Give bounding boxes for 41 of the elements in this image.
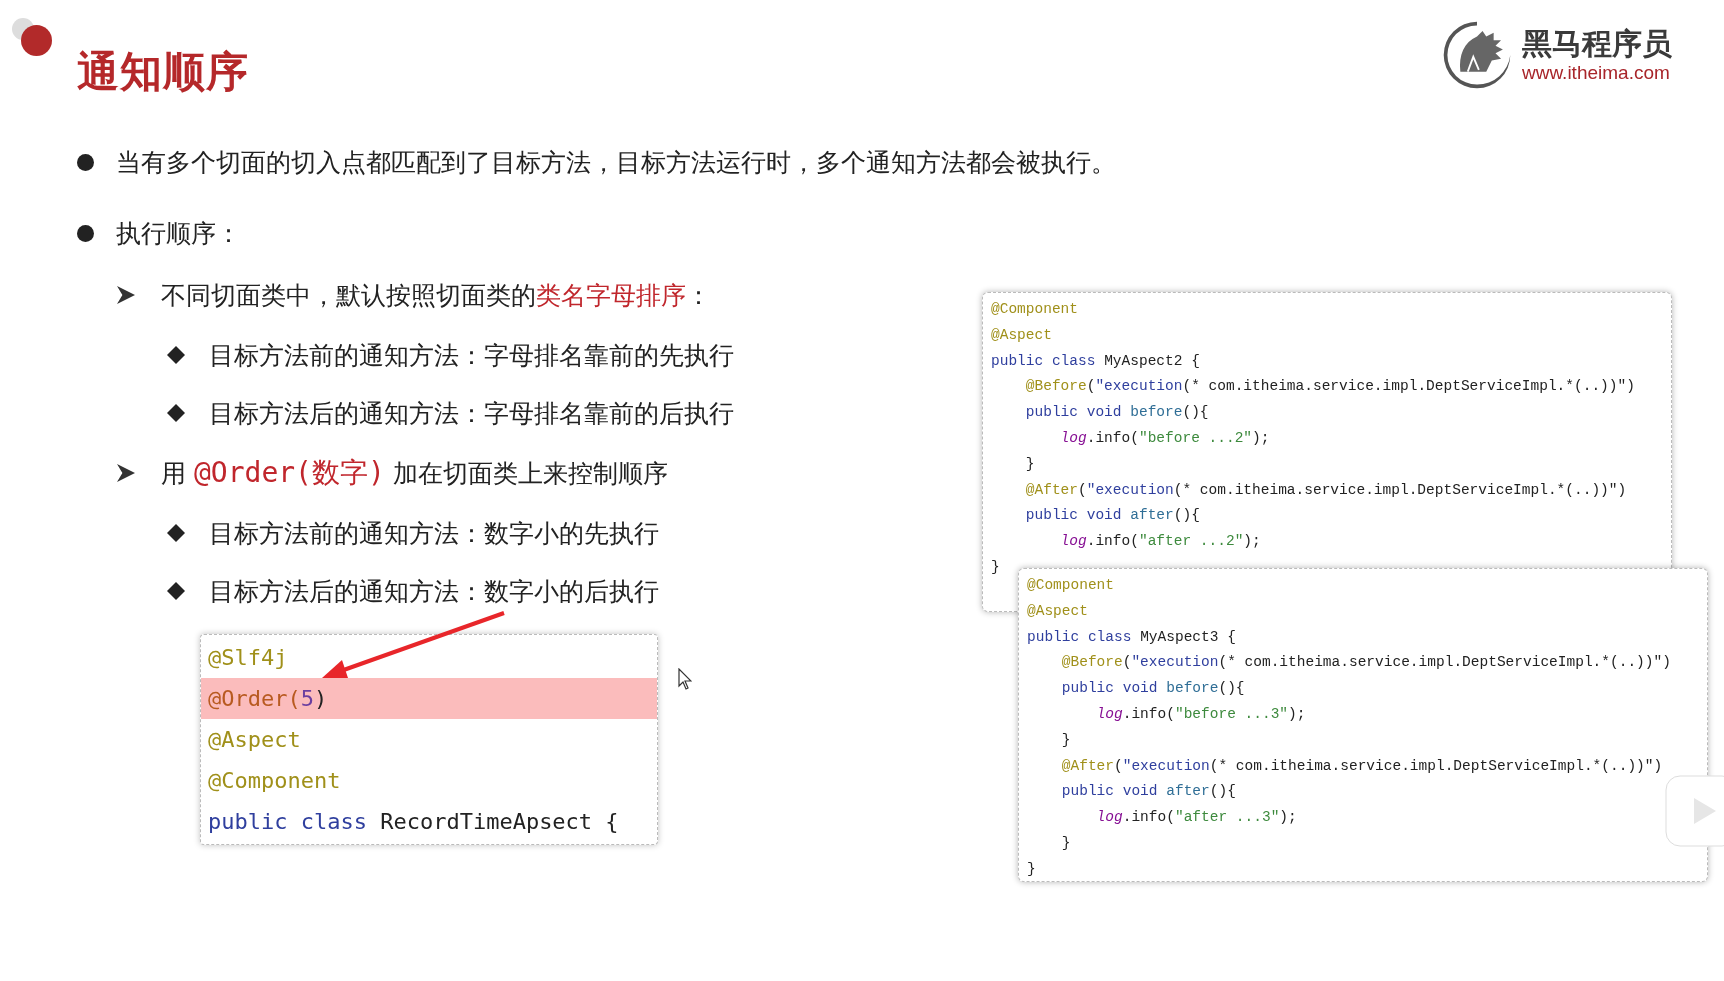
code-line: @After("execution(* com.itheima.service.impl.DeptServiceImpl.*(..))") (1024, 480, 1628, 500)
code-line: log.info("before ...2"); (1059, 429, 1271, 448)
bullet-text: 目标方法前的通知方法：字母排名靠前的先执行 (209, 339, 734, 372)
bullet-text: 当有多个切面的切入点都匹配到了目标方法，目标方法运行时，多个通知方法都会被执行。 (116, 146, 1116, 179)
bullet-text: 执行顺序： (116, 217, 241, 250)
code-line: @Aspect (1027, 601, 1089, 621)
code-line: } (1024, 454, 1036, 474)
code-line: public class RecordTimeApsect { (207, 808, 619, 836)
code-line: public void before(){ (1060, 679, 1246, 699)
bullet-text: 目标方法后的通知方法：字母排名靠前的后执行 (209, 397, 734, 430)
code-line: public class MyAspect3 { (1027, 627, 1237, 647)
brand-name: 黑马程序员 (1522, 26, 1672, 62)
code-line: public void before(){ (1024, 403, 1210, 423)
code-line: public void after(){ (1060, 782, 1237, 802)
bullet-text: 用 @Order(数字) 加在切面类上来控制顺序 (161, 455, 668, 491)
code-line: @Aspect (207, 726, 301, 754)
mouse-pointer-icon (678, 668, 692, 690)
code-line: @After("execution(* com.itheima.service.impl.DeptServiceImpl.*(..))") (1060, 756, 1664, 776)
code-line: @Component (991, 300, 1079, 319)
bullet-dot-icon (77, 153, 94, 171)
code-line: @Component (207, 767, 341, 795)
code-line: log.info("after ...3"); (1095, 808, 1298, 828)
code-line: @Before("execution(* com.itheima.service.impl.DeptServiceImpl.*(..))") (1024, 377, 1636, 397)
code-line: } (1060, 833, 1072, 853)
code-line: public void after(){ (1024, 506, 1201, 526)
code-line: @Before("execution(* com.itheima.service.impl.DeptServiceImpl.*(..))") (1060, 653, 1672, 673)
code-line: @Component (1027, 576, 1115, 595)
code-line: public class MyAspect2 { (991, 351, 1201, 371)
bullet-text: 不同切面类中，默认按照切面类的类名字母排序： (161, 279, 711, 312)
code-line: @Aspect (991, 325, 1053, 345)
slide-title: 通知顺序 (77, 46, 249, 98)
bullet-text: 目标方法前的通知方法：数字小的先执行 (209, 517, 659, 550)
bullet-text: 目标方法后的通知方法：数字小的后执行 (209, 575, 659, 608)
code-line: } (1027, 859, 1037, 879)
brand-url: www.itheima.com (1522, 62, 1671, 84)
code-line: log.info("before ...3"); (1095, 705, 1307, 724)
code-line: } (991, 557, 1001, 577)
code-line: } (1060, 730, 1072, 750)
code-line: @Slf4j (207, 644, 288, 672)
code-line: log.info("after ...2"); (1059, 532, 1262, 552)
bullet-dot-icon (77, 224, 94, 242)
